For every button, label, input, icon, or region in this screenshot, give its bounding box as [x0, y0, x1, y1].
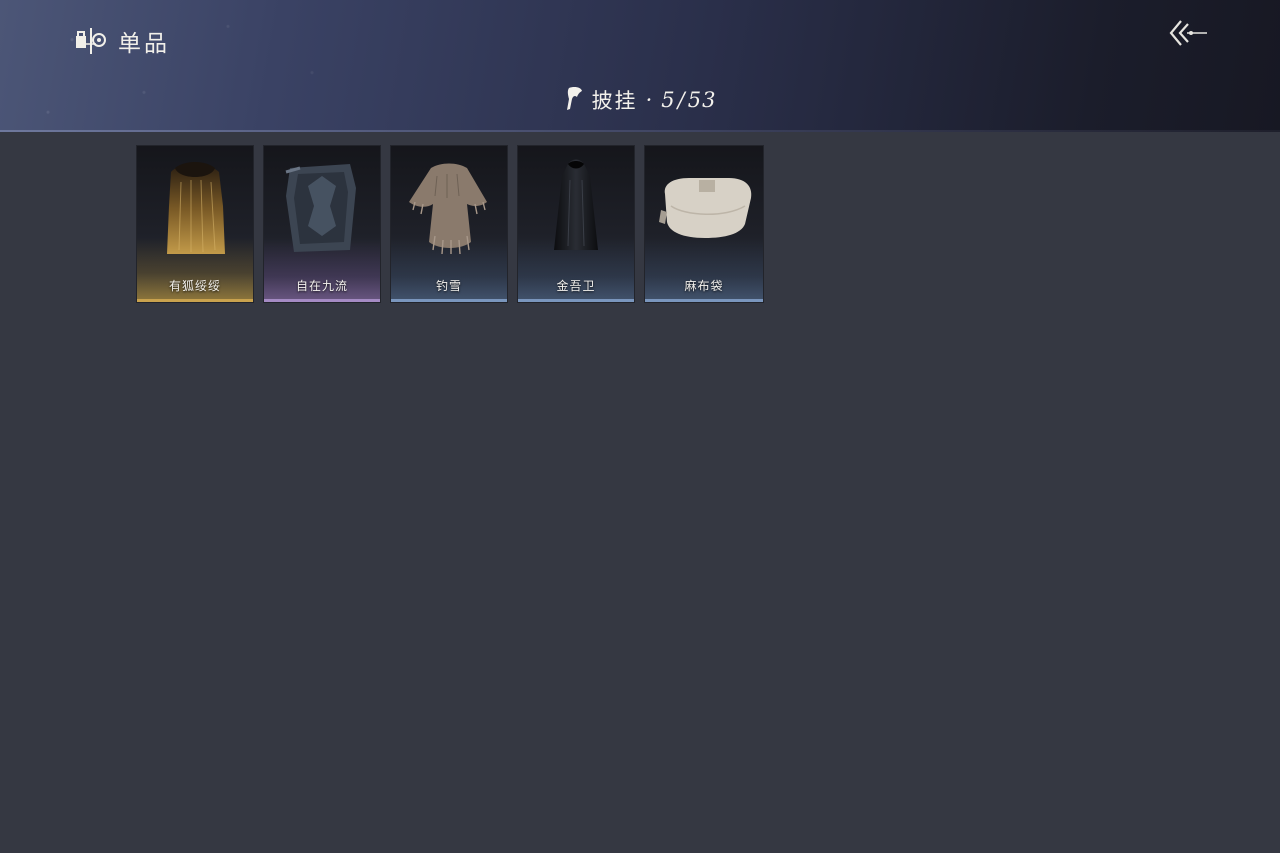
collection-icon: [74, 24, 108, 58]
item-name: 有狐绥绥: [168, 279, 221, 293]
rarity-bar: [645, 299, 763, 302]
rarity-bar: [264, 299, 380, 302]
item-card[interactable]: 金吾卫: [518, 146, 634, 302]
rarity-bar: [391, 299, 507, 302]
section-header: 单品: [74, 24, 170, 58]
rarity-bar: [137, 299, 253, 302]
item-grid: 有狐绥绥 自在九流 钓雪 金吾卫 麻布袋: [137, 146, 763, 302]
category-separator: ·: [645, 88, 654, 112]
item-card[interactable]: 麻布袋: [645, 146, 763, 302]
item-card[interactable]: 钓雪: [391, 146, 507, 302]
item-name: 自在九流: [295, 279, 348, 293]
item-name: 钓雪: [435, 279, 462, 293]
back-button[interactable]: [1166, 18, 1210, 52]
collected-count: 5: [661, 88, 676, 112]
top-banner: 单品 披挂 · 5 / 53: [0, 0, 1280, 132]
back-arrow-icon: [1167, 18, 1209, 52]
item-name: 麻布袋: [684, 279, 724, 293]
rarity-bar: [518, 299, 634, 302]
section-title: 单品: [118, 31, 170, 57]
item-card[interactable]: 自在九流: [264, 146, 380, 302]
count-slash: /: [677, 88, 686, 112]
item-name: 金吾卫: [556, 279, 596, 293]
category-name: 披挂: [591, 89, 638, 113]
category-header: 披挂 · 5 / 53: [0, 84, 1280, 116]
total-count: 53: [687, 88, 717, 112]
cape-icon: [564, 85, 584, 116]
item-card[interactable]: 有狐绥绥: [137, 146, 253, 302]
